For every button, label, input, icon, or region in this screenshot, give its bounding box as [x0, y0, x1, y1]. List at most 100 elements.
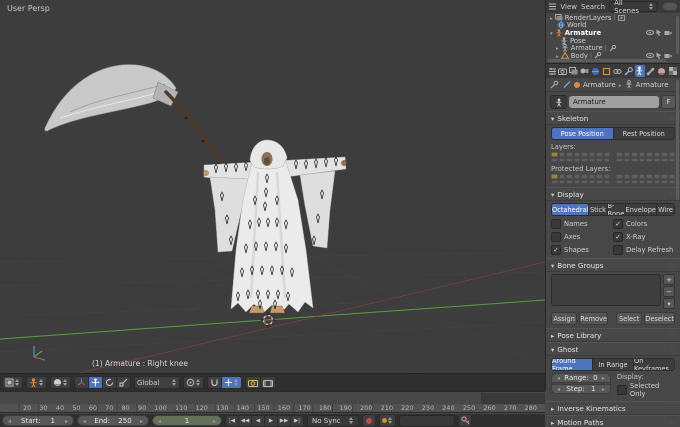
layer-cell[interactable] [589, 174, 596, 179]
layer-cell[interactable] [604, 180, 611, 185]
remove-bone-group-button[interactable]: − [663, 286, 675, 297]
translate-manipulator-button[interactable] [88, 376, 103, 389]
layer-cell[interactable] [616, 180, 623, 185]
ghost-range-field[interactable]: Range: 0 [551, 373, 611, 383]
panel-header-ghost[interactable]: Ghost ∷ [546, 342, 680, 356]
breadcrumb-object[interactable]: Armature [583, 81, 616, 89]
panel-grip-icon[interactable]: ∷ [670, 346, 675, 353]
mode-dropdown[interactable] [26, 376, 47, 389]
layer-cell[interactable] [574, 180, 581, 185]
layer-cell[interactable] [661, 174, 668, 179]
decrement-arrow-icon[interactable] [557, 385, 560, 393]
layer-cell[interactable] [604, 174, 611, 179]
layer-cell[interactable] [566, 158, 573, 163]
rotate-manipulator-button[interactable] [102, 376, 117, 389]
display-octahedral-button[interactable]: Octahedral [552, 204, 589, 215]
increment-arrow-icon[interactable] [602, 385, 605, 393]
layer-cell[interactable] [624, 180, 631, 185]
panel-header-bone-groups[interactable]: Bone Groups ∷ [546, 258, 680, 272]
tab-render-layers[interactable] [568, 65, 578, 77]
checkbox-icon[interactable] [613, 245, 623, 255]
layer-cell[interactable] [581, 152, 588, 157]
xray-checkbox-row[interactable]: X-Ray [613, 232, 675, 242]
active-keying-set-field[interactable] [399, 415, 455, 427]
decrement-arrow-icon[interactable] [158, 417, 161, 425]
display-wire-button[interactable]: Wire [657, 204, 674, 215]
layer-cell[interactable] [574, 152, 581, 157]
editor-type-selector[interactable] [2, 376, 23, 389]
layer-cell[interactable] [669, 152, 676, 157]
layer-cell[interactable] [551, 158, 558, 163]
select-button[interactable]: Select [616, 312, 642, 325]
fake-user-button[interactable]: F [661, 95, 676, 109]
remove-button[interactable]: Remove [579, 312, 608, 325]
layer-cell[interactable] [589, 158, 596, 163]
layer-cell[interactable] [646, 174, 653, 179]
layer-cell[interactable] [551, 174, 558, 179]
outliner-row-armature-data[interactable]: Armature | [546, 44, 680, 52]
layer-cell[interactable] [616, 174, 623, 179]
layer-cell[interactable] [566, 174, 573, 179]
pose-position-button[interactable]: Pose Position [552, 128, 614, 139]
3d-viewport[interactable]: User Persp (1) Armature : Right knee [0, 0, 546, 391]
layer-cell[interactable] [551, 180, 558, 185]
outliner-horizontal-scrollbar[interactable] [548, 59, 666, 62]
layer-cell[interactable] [581, 180, 588, 185]
layer-cell[interactable] [589, 180, 596, 185]
tab-object-data[interactable] [635, 65, 645, 77]
render-restrict-camera-icon[interactable] [664, 53, 672, 59]
decrement-arrow-icon[interactable] [557, 374, 560, 382]
play-reverse-button[interactable]: ◀ [251, 415, 265, 427]
layer-cell[interactable] [631, 152, 638, 157]
layer-cell[interactable] [574, 158, 581, 163]
viewport-shading-dropdown[interactable] [50, 376, 71, 389]
jump-to-end-button[interactable]: ▶| [290, 415, 304, 427]
panel-grip-icon[interactable]: ∷ [670, 332, 675, 339]
datablock-name-input[interactable]: Armature [569, 96, 659, 108]
layer-cell[interactable] [559, 152, 566, 157]
timeline-canvas[interactable] [0, 391, 545, 404]
display-bbone-button[interactable]: B-Bone [608, 204, 626, 215]
outliner-display-dropdown[interactable]: All Scenes [609, 1, 658, 12]
panel-grip-icon[interactable]: ∷ [670, 419, 675, 426]
prev-keyframe-button[interactable]: ◀◀ [238, 415, 252, 427]
properties-editor-icon[interactable] [548, 66, 556, 76]
ghost-around-frame-button[interactable]: Around Frame [552, 359, 593, 370]
layer-cell[interactable] [669, 174, 676, 179]
shapes-checkbox-row[interactable]: Shapes [551, 245, 613, 255]
frame-end-field[interactable]: End: 250 [77, 415, 149, 426]
tab-world[interactable] [591, 65, 601, 77]
checkbox-icon[interactable] [551, 232, 561, 242]
layer-cell[interactable] [559, 174, 566, 179]
snap-element-dropdown[interactable] [221, 376, 242, 389]
assign-button[interactable]: Assign [551, 312, 577, 325]
tab-texture[interactable] [668, 65, 678, 77]
outliner-view-menu[interactable]: View [560, 3, 577, 11]
outliner-search-menu[interactable]: Search [581, 3, 605, 11]
rest-position-button[interactable]: Rest Position [614, 128, 675, 139]
next-keyframe-button[interactable]: ▶▶ [277, 415, 291, 427]
layer-cell[interactable] [646, 158, 653, 163]
layer-cell[interactable] [551, 152, 558, 157]
layer-cell[interactable] [574, 174, 581, 179]
delay-refresh-checkbox-row[interactable]: Delay Refresh [613, 245, 675, 255]
viewport-scene[interactable] [0, 0, 545, 373]
expand-icon[interactable] [550, 14, 553, 22]
panel-grip-icon[interactable]: ∷ [670, 191, 675, 198]
layer-cell[interactable] [661, 180, 668, 185]
layer-cell[interactable] [639, 180, 646, 185]
layer-cell[interactable] [646, 180, 653, 185]
display-envelope-button[interactable]: Envelope [626, 204, 657, 215]
layer-cell[interactable] [654, 158, 661, 163]
timeline-ruler[interactable]: 2030405060708090100110120130140150160170… [0, 404, 545, 413]
colors-checkbox-row[interactable]: Colors [613, 219, 675, 229]
layer-cell[interactable] [654, 174, 661, 179]
layer-cell[interactable] [604, 152, 611, 157]
datablock-type-button[interactable] [550, 95, 567, 109]
layer-cell[interactable] [596, 180, 603, 185]
layer-cell[interactable] [596, 152, 603, 157]
selected-only-checkbox-row[interactable]: Selected Only [617, 382, 675, 398]
scale-manipulator-button[interactable] [116, 376, 131, 389]
pivot-point-dropdown[interactable] [183, 376, 204, 389]
bone-groups-specials-button[interactable] [663, 298, 675, 309]
